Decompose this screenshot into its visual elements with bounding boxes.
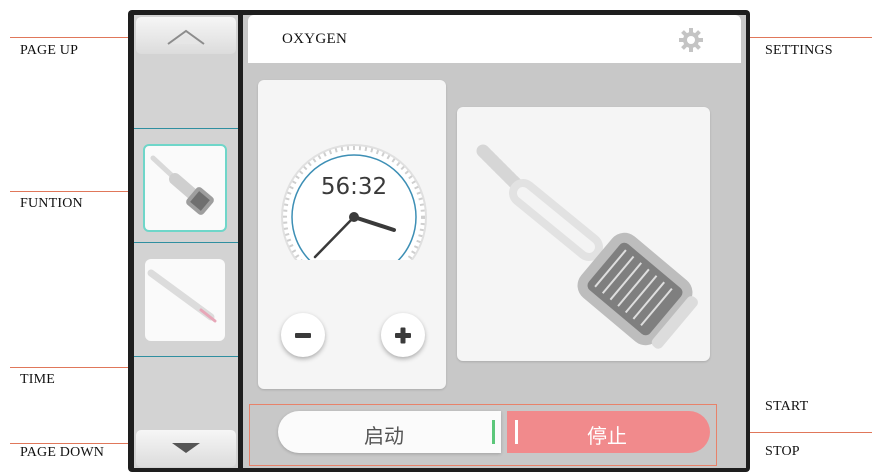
chevron-up-icon (167, 29, 205, 45)
oxygen-handpiece-image (476, 144, 698, 349)
pen-handpiece-icon (147, 269, 217, 323)
stop-annotation: STOP (765, 444, 800, 459)
oxygen-handpiece-icon (150, 155, 214, 215)
sidebar-item-oxygen-handpiece[interactable] (143, 144, 227, 232)
sidebar-divider (134, 242, 238, 243)
stop-indicator (515, 420, 518, 444)
start-annotation: START (765, 399, 809, 414)
stop-button[interactable]: 停止 (507, 411, 710, 453)
sidebar-divider (134, 128, 238, 129)
start-button[interactable]: 启动 (278, 411, 501, 453)
page-down-button[interactable] (136, 430, 236, 467)
funtion-annotation: FUNTION (20, 196, 83, 211)
gear-icon[interactable] (678, 27, 704, 53)
page-up-button[interactable] (136, 17, 236, 54)
increase-time-button[interactable] (381, 313, 425, 357)
page-up-annotation: PAGE UP (20, 43, 79, 58)
start-indicator (492, 420, 495, 444)
page-title: OXYGEN (282, 31, 348, 47)
minus-icon (295, 333, 311, 338)
page-down-annotation: PAGE DOWN (20, 445, 105, 460)
sidebar-divider (134, 356, 238, 357)
clock-face-icon (281, 144, 427, 260)
chevron-down-icon (172, 443, 200, 453)
decrease-time-button[interactable] (281, 313, 325, 357)
sidebar-item-pen-handpiece[interactable] (145, 259, 225, 341)
settings-annotation: SETTINGS (765, 43, 833, 58)
stop-button-label: 停止 (587, 424, 627, 448)
time-annotation: TIME (20, 372, 56, 387)
start-button-label: 启动 (364, 424, 404, 448)
plus-icon (395, 327, 411, 344)
handpiece-image-panel (457, 107, 710, 361)
timer-value: 56:32 (320, 174, 388, 200)
